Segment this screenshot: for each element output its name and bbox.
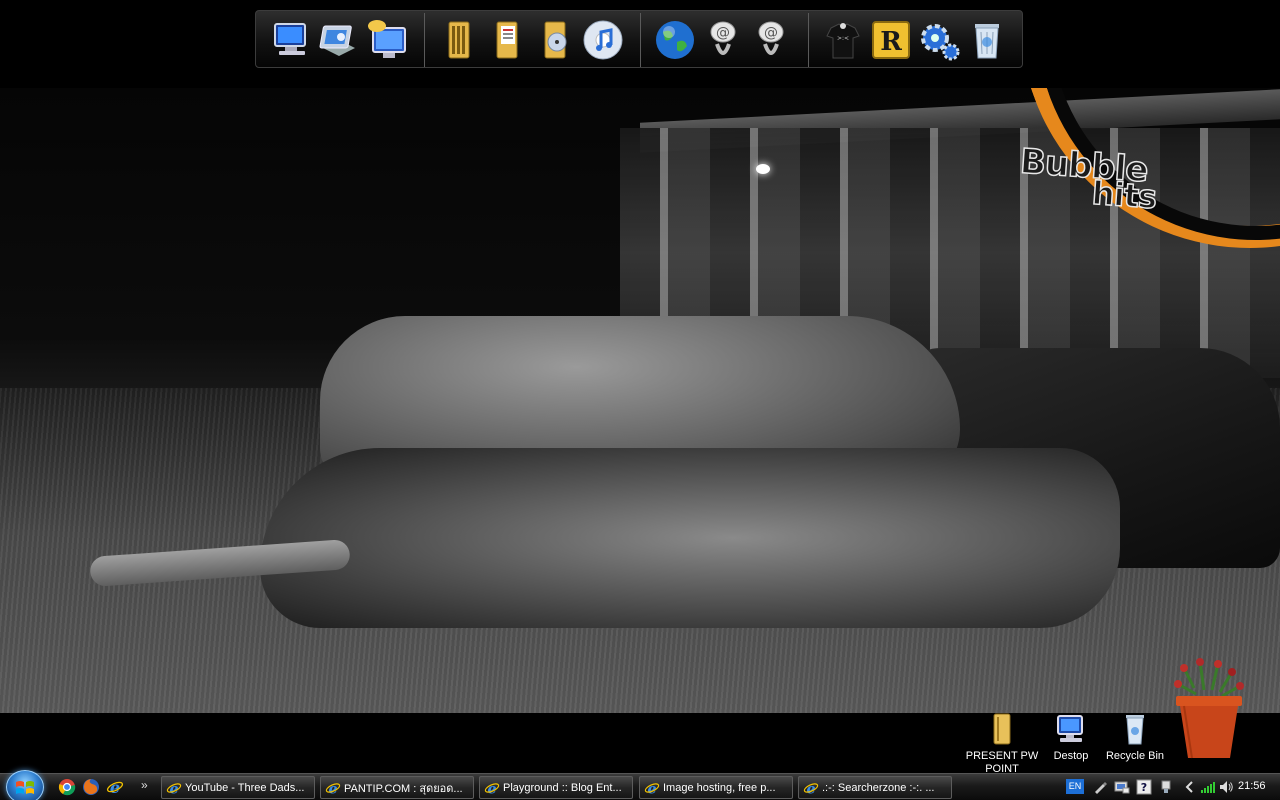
safely-remove-hardware-icon[interactable] bbox=[1158, 779, 1174, 795]
internet-explorer-icon: e bbox=[644, 781, 660, 796]
bubble-hits-logo: Bubble hits bbox=[990, 88, 1280, 268]
language-indicator[interactable]: EN bbox=[1066, 779, 1084, 794]
recycle-bin-icon[interactable] bbox=[964, 17, 1010, 63]
internet-globe-icon[interactable] bbox=[652, 17, 698, 63]
folder-icon[interactable] bbox=[436, 17, 482, 63]
internet-explorer-icon: e bbox=[803, 781, 819, 796]
taskbar-button-label: Playground :: Blog Ent... bbox=[503, 781, 622, 794]
settings-gear-icon[interactable] bbox=[916, 17, 962, 63]
svg-text:?: ? bbox=[1141, 781, 1147, 794]
music-folder-icon[interactable] bbox=[532, 17, 578, 63]
rocketdock-r-icon[interactable]: R bbox=[868, 17, 914, 63]
display-settings-icon[interactable] bbox=[1114, 779, 1130, 795]
svg-text:@: @ bbox=[764, 25, 778, 41]
show-hidden-icons-chevron-icon[interactable] bbox=[1182, 779, 1198, 795]
recycle-bin-icon bbox=[1118, 712, 1152, 746]
taskbar-button-label: .:-: Searcherzone :-:. ... bbox=[822, 781, 935, 794]
taskbar-button-label: Image hosting, free p... bbox=[663, 781, 776, 794]
rocketdock-bar: @ @ >:< R bbox=[255, 10, 1023, 68]
taskbar-button-label: PANTIP.COM : สุดยอด... bbox=[344, 782, 463, 795]
firefox-icon[interactable] bbox=[82, 778, 100, 796]
computer-icon[interactable] bbox=[268, 17, 314, 63]
email-at-icon-2[interactable]: @ bbox=[748, 17, 794, 63]
help-icon[interactable]: ? bbox=[1136, 779, 1152, 795]
remote-desktop-icon[interactable] bbox=[364, 17, 410, 63]
taskbar-button[interactable]: e Image hosting, free p... bbox=[639, 776, 793, 799]
start-button[interactable] bbox=[6, 770, 44, 800]
svg-text:e: e bbox=[110, 778, 120, 796]
desktop-icon-recycle-bin[interactable]: Recycle Bin bbox=[1097, 712, 1173, 763]
desktop-computer-icon bbox=[1054, 712, 1088, 746]
system-tray: EN ? 21:56 bbox=[1062, 774, 1280, 800]
taskbar-button[interactable]: e PANTIP.COM : สุดยอด... bbox=[320, 776, 474, 799]
documents-folder-icon[interactable] bbox=[484, 17, 530, 63]
itunes-icon[interactable] bbox=[580, 17, 626, 63]
internet-explorer-icon: e bbox=[325, 781, 341, 796]
taskbar-button-label: YouTube - Three Dads... bbox=[185, 781, 305, 794]
internet-explorer-icon[interactable]: e bbox=[106, 778, 124, 797]
pen-tool-icon[interactable] bbox=[1092, 779, 1108, 795]
flower-pot-gadget[interactable] bbox=[1170, 658, 1248, 762]
network-drive-icon[interactable] bbox=[316, 17, 362, 63]
tshirt-icon[interactable]: >:< bbox=[820, 17, 866, 63]
taskbar-button[interactable]: e .:-: Searcherzone :-:. ... bbox=[798, 776, 952, 799]
desktop-icon-label: Recycle Bin bbox=[1105, 750, 1165, 762]
internet-explorer-icon: e bbox=[484, 781, 500, 796]
chrome-icon[interactable] bbox=[58, 778, 76, 796]
desktop-icon-present-pw-point[interactable]: PRESENT PW POINT bbox=[964, 712, 1040, 776]
windows-logo-icon bbox=[16, 781, 34, 794]
svg-text:>:<: >:< bbox=[837, 35, 849, 42]
logo-word-hits: hits bbox=[1090, 173, 1158, 217]
clock-time[interactable]: 21:56 bbox=[1238, 780, 1266, 792]
svg-text:R: R bbox=[880, 27, 902, 57]
taskbar-button[interactable]: e Playground :: Blog Ent... bbox=[479, 776, 633, 799]
folder-icon bbox=[985, 712, 1019, 746]
volume-speaker-icon[interactable] bbox=[1218, 779, 1234, 795]
svg-text:@: @ bbox=[716, 25, 730, 41]
network-signal-icon[interactable] bbox=[1200, 779, 1216, 795]
email-at-icon[interactable]: @ bbox=[700, 17, 746, 63]
desktop-wallpaper: Bubble hits bbox=[0, 0, 1280, 773]
taskbar: e » e YouTube - Three Dads... e PANTIP.C… bbox=[0, 770, 1280, 800]
internet-explorer-icon: e bbox=[166, 781, 182, 796]
quick-launch-more-chevron-icon[interactable]: » bbox=[141, 778, 148, 792]
taskbar-button[interactable]: e YouTube - Three Dads... bbox=[161, 776, 315, 799]
